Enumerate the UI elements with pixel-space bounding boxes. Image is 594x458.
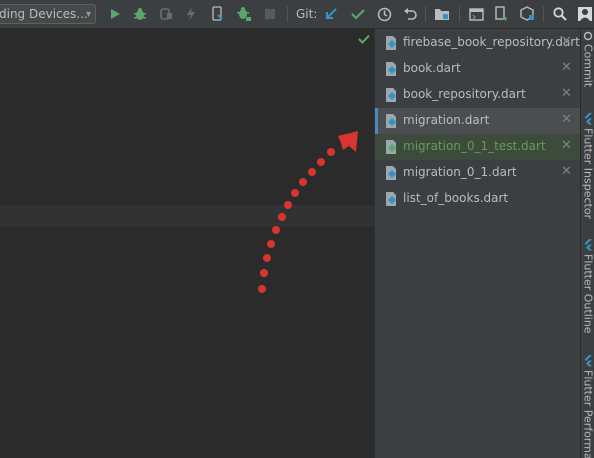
file-name: migration.dart: [403, 113, 490, 127]
file-name: firebase_book_repository.dart: [403, 35, 580, 49]
right-tool-strip: Commit Flutter Inspector Flutter Outline…: [580, 29, 594, 458]
file-name: migration_0_1.dart: [403, 165, 517, 179]
close-icon[interactable]: ✕: [561, 138, 572, 153]
dart-file-icon: [383, 191, 399, 207]
dart-file-icon: [383, 61, 399, 77]
debug-icon[interactable]: [131, 5, 149, 23]
toolbar-separator: [459, 6, 460, 22]
main-toolbar: ding Devices... ▾ Git:: [0, 0, 594, 29]
dart-file-icon: [383, 113, 399, 129]
git-commit-icon[interactable]: [349, 5, 367, 23]
file-name: book.dart: [403, 61, 461, 75]
flutter-icon: [584, 355, 592, 367]
file-item-list-of-books[interactable]: list_of_books.dart: [375, 186, 581, 212]
close-icon[interactable]: ✕: [561, 34, 572, 49]
close-icon[interactable]: ✕: [561, 112, 572, 127]
terminal-icon[interactable]: [467, 5, 485, 23]
caret-line-highlight: [0, 205, 374, 227]
history-icon[interactable]: [375, 5, 393, 23]
tab-label: Flutter Outline: [581, 254, 594, 334]
device-selector[interactable]: ding Devices... ▾: [0, 4, 96, 24]
tab-flutter-inspector[interactable]: Flutter Inspector: [581, 113, 594, 219]
tab-commit[interactable]: Commit: [581, 31, 594, 87]
flutter-icon: [584, 239, 592, 251]
file-item-book-repository[interactable]: book_repository.dart ✕: [375, 82, 581, 108]
attach-debugger-icon[interactable]: [157, 5, 175, 23]
dart-file-icon: [383, 139, 399, 155]
recent-files-panel: firebase_book_repository.dart ✕ book.dar…: [374, 29, 581, 458]
editor-area[interactable]: [0, 29, 374, 458]
commit-icon: [583, 31, 593, 41]
stop-icon[interactable]: [261, 5, 279, 23]
rollback-icon[interactable]: [401, 5, 419, 23]
chevron-down-icon: ▾: [85, 9, 91, 20]
close-icon[interactable]: ✕: [561, 164, 572, 179]
file-name: book_repository.dart: [403, 87, 526, 101]
profile-icon[interactable]: [235, 5, 253, 23]
device-file-icon[interactable]: [492, 5, 510, 23]
tab-flutter-performance[interactable]: Flutter Performa: [581, 355, 594, 458]
no-problems-check-icon: [358, 29, 370, 48]
close-icon[interactable]: ✕: [561, 86, 572, 101]
run-icon[interactable]: [106, 5, 124, 23]
project-structure-icon[interactable]: [433, 5, 451, 23]
dart-file-icon: [383, 87, 399, 103]
file-item-migration-0-1[interactable]: migration_0_1.dart ✕: [375, 160, 581, 186]
dart-file-icon: [383, 165, 399, 181]
flutter-hot-reload-icon[interactable]: [182, 5, 200, 23]
sdk-manager-icon[interactable]: [518, 5, 536, 23]
git-label: Git:: [296, 7, 318, 21]
file-name: list_of_books.dart: [403, 191, 509, 205]
toolbar-separator: [425, 6, 426, 22]
file-item-migration-0-1-test[interactable]: migration_0_1_test.dart ✕: [375, 134, 581, 160]
avatar-icon[interactable]: [576, 5, 594, 23]
flutter-icon: [584, 113, 592, 125]
tab-label: Commit: [581, 44, 594, 88]
search-icon[interactable]: [551, 5, 569, 23]
file-item-migration[interactable]: migration.dart ✕: [375, 108, 581, 134]
close-icon[interactable]: ✕: [561, 60, 572, 75]
flutter-hot-restart-icon[interactable]: [208, 5, 226, 23]
toolbar-separator: [287, 6, 288, 22]
tab-flutter-outline[interactable]: Flutter Outline: [581, 239, 594, 334]
git-update-icon[interactable]: [322, 5, 340, 23]
file-name: migration_0_1_test.dart: [403, 139, 546, 153]
file-item-book[interactable]: book.dart ✕: [375, 56, 581, 82]
tab-label: Flutter Performa: [581, 370, 594, 458]
device-selector-label: ding Devices...: [0, 7, 88, 21]
dart-file-icon: [383, 35, 399, 51]
toolbar-separator: [543, 6, 544, 22]
file-item-firebase-book-repository[interactable]: firebase_book_repository.dart ✕: [375, 30, 581, 56]
tab-label: Flutter Inspector: [581, 128, 594, 220]
